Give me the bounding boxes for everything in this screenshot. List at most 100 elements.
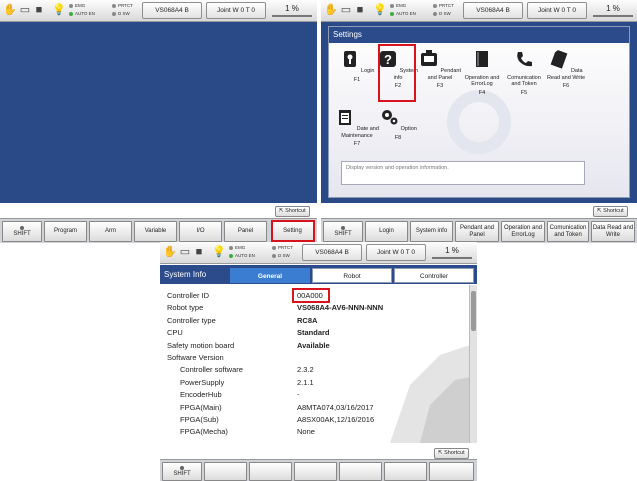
info-value: VS068A4-AV6-NNN-NNN [297,303,384,313]
speed-indicator[interactable]: 1 % [270,2,314,19]
shortcut-button[interactable]: ⇱ Shortcut [434,448,469,459]
fkey-arm[interactable]: Arm [89,221,132,242]
clipboard-icon [339,110,352,125]
item-key: F5 [520,89,528,96]
fkey-label: I/O [196,228,205,235]
item-label: Option [400,126,417,132]
settings-item-option[interactable]: Option F8 [376,107,420,141]
status-bar: ✋ ▭ ■ 💡 EMG AUTO EN PRTCT D SW VS068A4 B… [0,0,317,22]
memory-card-icon [551,50,568,69]
info-value: - [297,390,300,400]
robot-arm-watermark [390,345,470,443]
auto-en-indicator: AUTO EN [69,11,95,17]
joint-mode-button[interactable]: Joint W 0 T 0 [206,2,266,19]
lamp-icon: 💡 [373,4,387,16]
fkey-label: Panel [237,228,254,235]
fkey-communication-token[interactable]: Comunication and Token [547,221,589,242]
shortcut-button[interactable]: ⇱ Shortcut [593,206,628,217]
stop-icon[interactable]: ■ [192,245,206,259]
shortcut-button[interactable]: ⇱ Shortcut [275,206,310,217]
tab-controller[interactable]: Controller [394,268,474,283]
protect-label: PRTCT [439,3,454,8]
scrollbar-thumb[interactable] [471,291,476,331]
fkey-io[interactable]: I/O [179,221,222,242]
fkey-system-info[interactable]: System info [410,221,453,242]
info-label: Controller type [167,315,216,325]
robot-model-button[interactable]: VS068A4 B [142,2,202,19]
speed-indicator[interactable]: 1 % [591,2,635,19]
fkey-login[interactable]: Login [365,221,408,242]
info-value: A8MTA074,03/16/2017 [297,402,374,412]
settings-item-communication-token[interactable]: Comunication and Token F5 [502,49,546,96]
fkey-f4[interactable] [339,462,382,481]
tab-general[interactable]: General [230,268,310,283]
auto-en-label: AUTO EN [396,11,416,16]
teach-pendant-icon: ▭ [179,246,191,258]
fkey-f3[interactable] [294,462,337,481]
info-label: Safety motion board [167,340,235,350]
info-label: Software Version [167,353,224,362]
protect-label: PRTCT [278,245,293,250]
pendant-icon [420,50,437,66]
info-label: FPGA(Mecha) [180,427,228,437]
info-label: FPGA(Sub) [180,415,219,424]
dsw-indicator: D SW [112,11,130,17]
fkey-label: SHIFT [173,470,191,477]
joint-mode-button[interactable]: Joint W 0 T 0 [527,2,587,19]
scrollbar[interactable] [469,285,477,443]
joint-mode-button[interactable]: Joint W 0 T 0 [366,244,426,261]
stop-icon[interactable]: ■ [32,3,46,17]
speed-indicator[interactable]: 1 % [430,244,474,261]
fkey-program[interactable]: Program [44,221,87,242]
fkey-panel[interactable]: Panel [224,221,267,242]
key-icon [343,51,356,67]
speed-value: 1 % [606,4,620,13]
fkey-f2[interactable] [249,462,292,481]
settings-item-data-read-write[interactable]: Data Read and Write F6 [544,49,588,90]
robot-model-button[interactable]: VS068A4 B [302,244,362,261]
system-info-title: System Info [164,270,207,279]
speed-bar [272,15,312,17]
info-value: 2.3.2 [297,365,314,375]
speed-bar [432,257,472,259]
fkey-label: Comunication and Token [549,225,587,238]
fkey-f6[interactable] [429,462,474,481]
lamp-icon: 💡 [212,246,226,258]
info-label: PowerSupply [180,377,225,387]
fkey-variable[interactable]: Variable [134,221,177,242]
hand-icon[interactable]: ✋ [324,3,338,17]
system-info-header: System Info General Robot Controller [160,265,477,284]
settings-item-operation-errorlog[interactable]: Operation and ErrorLog F4 [460,49,504,96]
dsw-label: D SW [118,11,130,16]
shortcut-label: Shortcut [444,450,465,456]
fkey-f5[interactable] [384,462,427,481]
emg-indicator: EMG [390,3,406,9]
description-box: Display version and operation informatio… [341,161,585,185]
hand-icon[interactable]: ✋ [3,3,17,17]
robot-model-button[interactable]: VS068A4 B [463,2,523,19]
item-key: F3 [436,83,444,89]
protect-indicator: PRTCT [112,3,133,9]
fkey-operation-errorlog[interactable]: Operation and ErrorLog [501,221,545,242]
emg-indicator: EMG [229,245,245,251]
settings-item-pendant-panel[interactable]: Pendant and Panel F3 [418,49,462,90]
system-info-body: Controller ID 00A000 Robot type VS068A4-AV6… [160,285,477,443]
fkey-f1[interactable] [204,462,247,481]
item-label: Data Read and Write [546,68,586,81]
fkey-data-read-write[interactable]: Data Read and Write [591,221,635,242]
item-key: F6 [562,83,570,89]
hand-icon[interactable]: ✋ [163,245,177,259]
info-label: Controller software [180,365,243,375]
dsw-label: D SW [278,253,290,258]
stop-icon[interactable]: ■ [353,3,367,17]
tab-robot[interactable]: Robot [312,268,392,283]
shift-key[interactable]: SHIFT [162,462,202,481]
settings-item-date-maintenance[interactable]: Date and Maintenance F7 [335,107,379,148]
shift-key[interactable]: SHIFT [323,221,363,242]
fkey-pendant-panel[interactable]: Pendant and Panel [455,221,499,242]
shift-key[interactable]: SHIFT [2,221,42,242]
info-value: 2.1.1 [297,377,314,387]
fkey-label: SHIFT [334,230,352,237]
shift-dot-icon [180,465,184,470]
settings-item-login[interactable]: Login F1 [335,49,379,83]
